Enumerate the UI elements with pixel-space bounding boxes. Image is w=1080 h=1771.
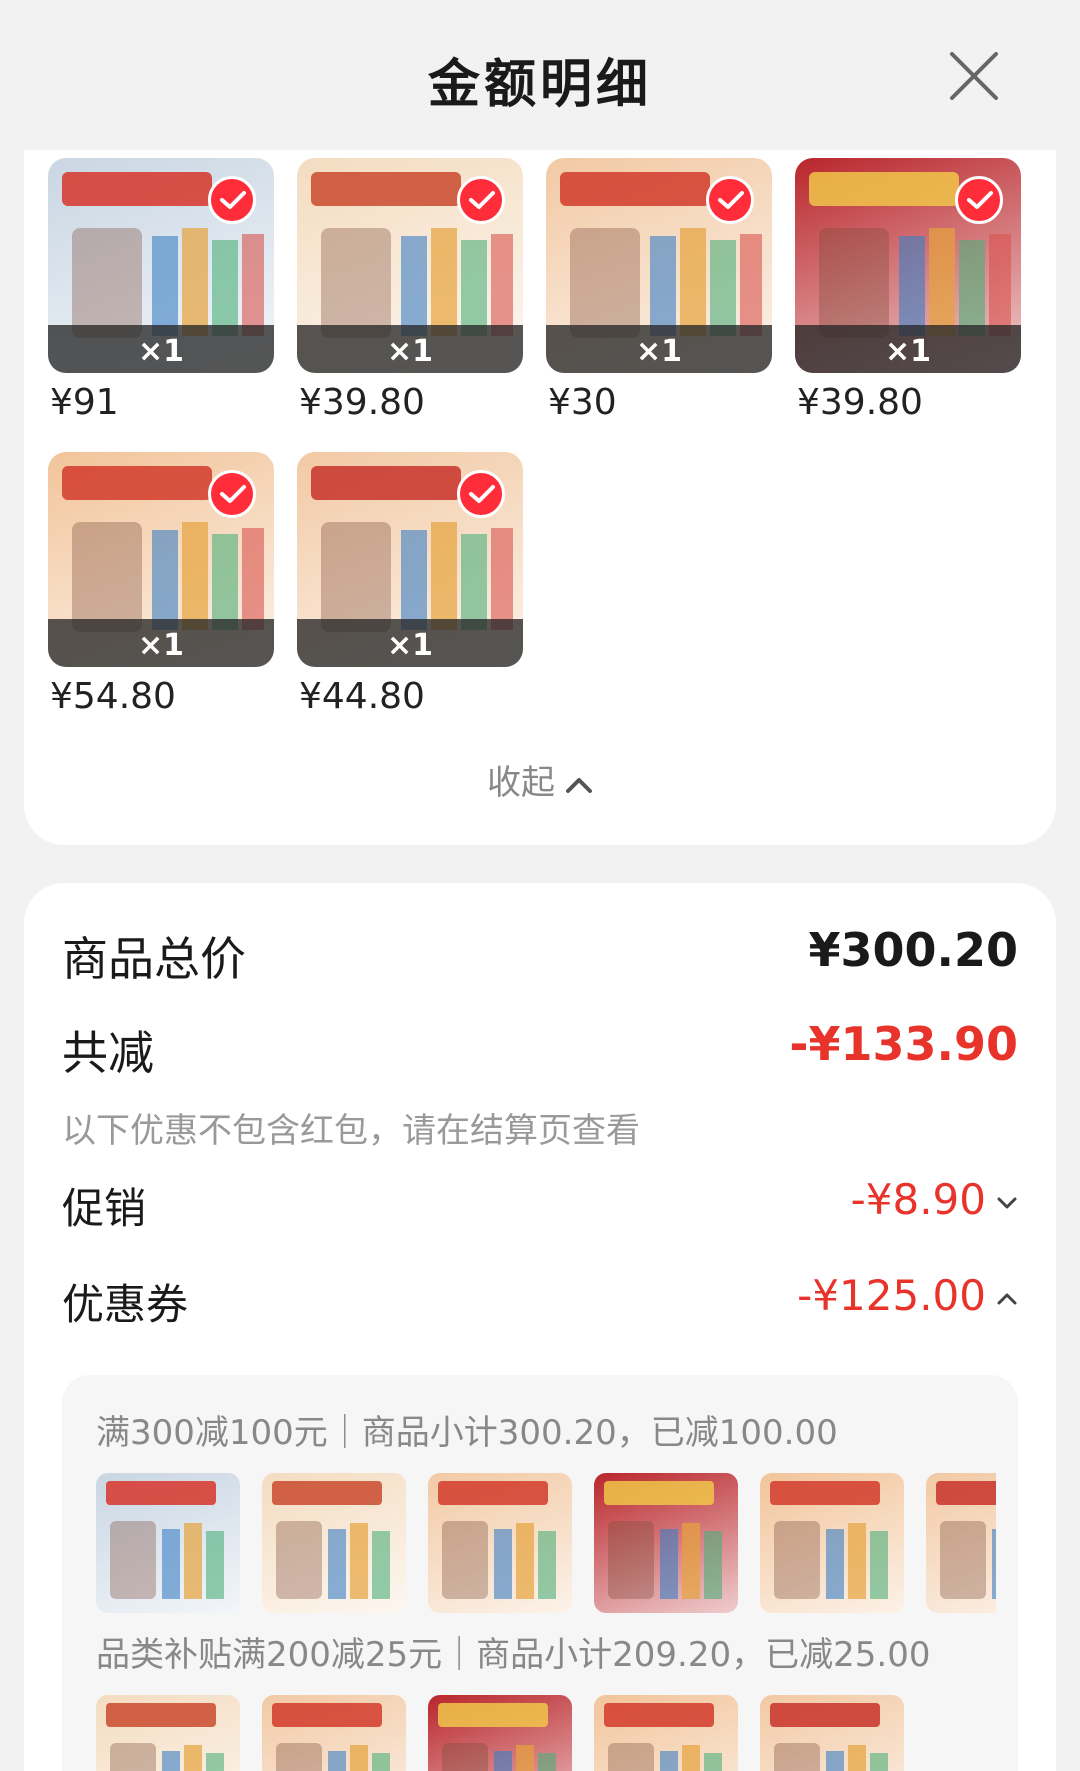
coupon-detail-box: 满300减100元｜商品小计300.20，已减100.00 品类补贴满200减2… [62, 1375, 1018, 1771]
goods-price: ¥30 [548, 382, 617, 423]
coupon-goods-thumb [760, 1473, 904, 1613]
promo-value: -¥8.90 [850, 1175, 986, 1224]
total-value: ¥300.20 [808, 923, 1018, 977]
coupon-goods-thumb [926, 1473, 996, 1613]
qty-label: ×1 [137, 334, 184, 369]
goods-item[interactable]: ×1 ¥44.80 [297, 452, 523, 717]
selected-check-icon[interactable] [457, 470, 505, 518]
goods-item[interactable]: ×1 ¥54.80 [48, 452, 274, 717]
goods-item[interactable]: ×1 ¥91 [48, 158, 274, 423]
coupon-goods-row-1 [96, 1473, 996, 1613]
coupon-goods-thumb [262, 1695, 406, 1771]
goods-price: ¥39.80 [797, 382, 923, 423]
reduce-row: 共减 -¥133.90 [62, 1017, 1018, 1080]
coupon-goods-row-2 [96, 1695, 996, 1771]
selected-check-icon[interactable] [457, 176, 505, 224]
qty-label: ×1 [386, 628, 433, 663]
goods-price: ¥39.80 [299, 382, 425, 423]
goods-item[interactable]: ×1 ¥39.80 [795, 158, 1021, 423]
close-icon[interactable] [944, 46, 1004, 106]
discount-note: 以下优惠不包含红包，请在结算页查看 [62, 1111, 640, 1151]
coupon-row[interactable]: 优惠券 -¥125.00 [62, 1271, 1018, 1331]
total-label: 商品总价 [62, 932, 246, 986]
goods-item[interactable]: ×1 ¥30 [546, 158, 772, 423]
promo-row[interactable]: 促销 -¥8.90 [62, 1175, 1018, 1235]
coupon-goods-thumb [428, 1473, 572, 1613]
goods-price: ¥91 [50, 382, 119, 423]
qty-label: ×1 [137, 628, 184, 663]
selected-check-icon[interactable] [706, 176, 754, 224]
amount-detail-sheet: 金额明细 ×1 ¥91 ×1 ¥39.80 ×1 ¥30 ×1 ¥39.80 ×1 ¥54.80 ×… [0, 0, 1080, 1771]
reduce-label: 共减 [62, 1026, 154, 1080]
promo-value-wrap: -¥8.90 [851, 1175, 1018, 1224]
reduce-value: -¥133.90 [789, 1017, 1018, 1071]
coupon-goods-thumb [594, 1695, 738, 1771]
total-row: 商品总价 ¥300.20 [62, 923, 1018, 986]
coupon-value-wrap: -¥125.00 [797, 1271, 1018, 1320]
coupon-goods-thumb [760, 1695, 904, 1771]
coupon-goods-thumb [96, 1473, 240, 1613]
coupon-goods-thumb [262, 1473, 406, 1613]
collapse-button[interactable]: 收起 [24, 755, 1056, 804]
price-summary-card: 商品总价 ¥300.20 共减 -¥133.90 以下优惠不包含红包，请在结算页… [24, 883, 1056, 1771]
collapse-label: 收起 [487, 763, 555, 803]
goods-item[interactable]: ×1 ¥39.80 [297, 158, 523, 423]
goods-price: ¥44.80 [299, 676, 425, 717]
chevron-down-icon [997, 1197, 1017, 1208]
chevron-up-icon [997, 1293, 1017, 1304]
selected-check-icon[interactable] [955, 176, 1003, 224]
page-title: 金额明细 [427, 55, 652, 115]
qty-label: ×1 [884, 334, 931, 369]
coupon-value: -¥125.00 [797, 1271, 986, 1320]
coupon-line-1: 满300减100元｜商品小计300.20，已减100.00 [96, 1413, 838, 1453]
coupon-goods-thumb [96, 1695, 240, 1771]
goods-card: ×1 ¥91 ×1 ¥39.80 ×1 ¥30 ×1 ¥39.80 ×1 ¥54.80 ×1 ¥44.… [24, 150, 1056, 845]
chevron-up-icon [566, 777, 592, 793]
promo-label: 促销 [62, 1184, 147, 1233]
coupon-goods-thumb [428, 1695, 572, 1771]
selected-check-icon[interactable] [208, 176, 256, 224]
coupon-goods-thumb [594, 1473, 738, 1613]
coupon-line-2: 品类补贴满200减25元｜商品小计209.20，已减25.00 [96, 1635, 931, 1675]
coupon-label: 优惠券 [62, 1280, 189, 1329]
selected-check-icon[interactable] [208, 470, 256, 518]
sheet-header: 金额明细 [0, 0, 1080, 150]
qty-label: ×1 [635, 334, 682, 369]
qty-label: ×1 [386, 334, 433, 369]
goods-price: ¥54.80 [50, 676, 176, 717]
